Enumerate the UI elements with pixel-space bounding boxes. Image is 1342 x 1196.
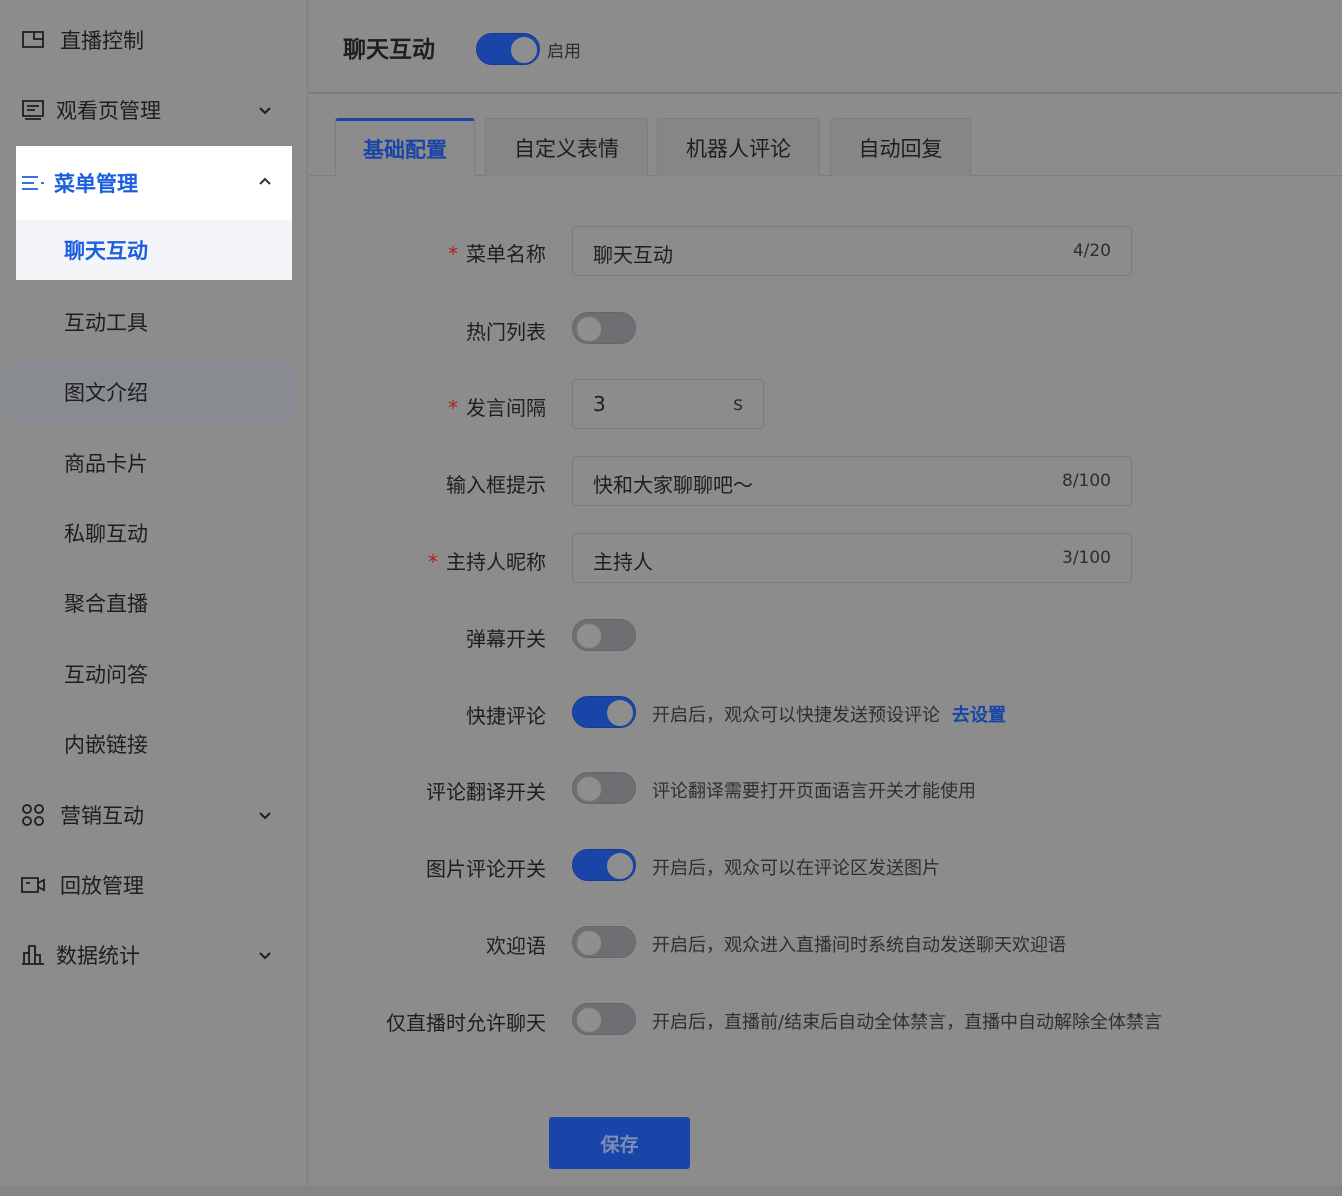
- tab-robot-comment[interactable]: 机器人评论: [657, 118, 820, 176]
- sidebar-subitem-label: 商品卡片: [64, 452, 148, 476]
- sidebar-subitem-tools[interactable]: 互动工具: [0, 291, 296, 353]
- bottom-border: [0, 1186, 1342, 1196]
- sidebar-subitem-label: 私聊互动: [64, 522, 148, 546]
- quick-comment-switch[interactable]: [572, 696, 636, 728]
- sidebar-subitem-embed[interactable]: 内嵌链接: [0, 713, 296, 775]
- barrage-switch[interactable]: [572, 619, 636, 651]
- live-only-hint: 开启后，直播前/结束后自动全体禁言，直播中自动解除全体禁言: [652, 1012, 1163, 1033]
- sidebar-item-label: 菜单管理: [54, 172, 138, 196]
- translate-hint: 评论翻译需要打开页面语言开关才能使用: [652, 781, 976, 802]
- sidebar-subitem-label: 内嵌链接: [64, 733, 148, 757]
- page-header: 聊天互动 启用: [309, 0, 1342, 94]
- quick-comment-label: 快捷评论: [466, 704, 546, 728]
- enable-toggle-label: 启用: [547, 42, 581, 62]
- window-icon: [20, 97, 46, 123]
- welcome-hint: 开启后，观众进入直播间时系统自动发送聊天欢迎语: [652, 935, 1066, 956]
- input-hint-input[interactable]: 快和大家聊聊吧～ 8/100: [572, 456, 1132, 506]
- sidebar-item-label: 直播控制: [60, 29, 144, 53]
- host-nick-label: * 主持人昵称: [428, 550, 546, 574]
- chevron-down-icon[interactable]: [254, 804, 276, 826]
- interval-label: * 发言间隔: [448, 396, 546, 420]
- sidebar-item-label: 观看页管理: [56, 99, 161, 123]
- sidebar-item-live-control[interactable]: 直播控制: [0, 9, 300, 71]
- welcome-switch[interactable]: [572, 926, 636, 958]
- chevron-down-icon[interactable]: [254, 99, 276, 121]
- page-title: 聊天互动: [343, 37, 435, 63]
- menu-name-input[interactable]: 聊天互动 4/20: [572, 226, 1132, 276]
- menu-management-group: 菜单管理 聊天互动: [16, 146, 292, 280]
- sidebar-item-label: 回放管理: [60, 874, 144, 898]
- sidebar-subitem-label: 聚合直播: [64, 592, 148, 616]
- sidebar-subitem-label: 互动工具: [64, 311, 148, 335]
- sidebar-item-marketing[interactable]: 营销互动: [0, 784, 300, 846]
- sidebar-subitem-label: 图文介绍: [64, 381, 148, 405]
- sidebar-item-label: 数据统计: [56, 944, 140, 968]
- sidebar-subitem-chat[interactable]: 聊天互动: [16, 220, 292, 280]
- sidebar-subitem-aggregate[interactable]: 聚合直播: [0, 572, 296, 634]
- bar-chart-icon: [20, 942, 46, 968]
- hot-list-label: 热门列表: [466, 320, 546, 344]
- enable-toggle[interactable]: [476, 33, 540, 65]
- sidebar-subitem-private-chat[interactable]: 私聊互动: [0, 502, 296, 564]
- translate-switch[interactable]: [572, 772, 636, 804]
- interval-input[interactable]: 3 s: [572, 379, 764, 429]
- menu-list-icon: [20, 170, 46, 196]
- tab-basic-config[interactable]: 基础配置: [335, 118, 475, 176]
- sidebar-item-label: 营销互动: [60, 804, 144, 828]
- barrage-label: 弹幕开关: [466, 627, 546, 651]
- chevron-up-icon[interactable]: [254, 171, 276, 193]
- tab-auto-reply[interactable]: 自动回复: [830, 118, 971, 176]
- sidebar-item-watch-page[interactable]: 观看页管理: [0, 79, 300, 141]
- sidebar-subitem-intro[interactable]: 图文介绍: [3, 361, 296, 423]
- host-nick-input[interactable]: 主持人 3/100: [572, 533, 1132, 583]
- image-comment-switch[interactable]: [572, 849, 636, 881]
- grid-icon: [20, 802, 46, 828]
- quick-comment-hint: 开启后，观众可以快捷发送预设评论 去设置: [652, 705, 1006, 726]
- save-button[interactable]: 保存: [549, 1117, 690, 1169]
- welcome-label: 欢迎语: [486, 934, 546, 958]
- menu-name-label: * 菜单名称: [448, 242, 546, 266]
- go-settings-link[interactable]: 去设置: [952, 705, 1006, 726]
- sidebar-subitem-label: 互动问答: [64, 663, 148, 687]
- chevron-down-icon[interactable]: [254, 944, 276, 966]
- live-only-switch[interactable]: [572, 1003, 636, 1035]
- sidebar-subitem-label: 聊天互动: [64, 239, 148, 263]
- sidebar-item-menu-management[interactable]: 菜单管理: [16, 146, 292, 220]
- sidebar-item-playback[interactable]: 回放管理: [0, 854, 300, 916]
- monitor-icon: [20, 27, 46, 53]
- image-comment-hint: 开启后，观众可以在评论区发送图片: [652, 858, 940, 879]
- tab-custom-emoji[interactable]: 自定义表情: [485, 118, 648, 176]
- sidebar: 直播控制 观看页管理 菜单管理 聊天互动 互动工具 图文介绍 商品卡片 私聊互动…: [0, 0, 308, 1196]
- input-hint-label: 输入框提示: [446, 473, 546, 497]
- sidebar-subitem-qa[interactable]: 互动问答: [0, 643, 296, 705]
- hot-list-switch[interactable]: [572, 312, 636, 344]
- sidebar-item-statistics[interactable]: 数据统计: [0, 924, 300, 986]
- video-icon: [20, 872, 46, 898]
- image-comment-label: 图片评论开关: [426, 857, 546, 881]
- live-only-label: 仅直播时允许聊天: [386, 1011, 546, 1035]
- sidebar-subitem-product[interactable]: 商品卡片: [0, 432, 296, 494]
- translate-label: 评论翻译开关: [426, 780, 546, 804]
